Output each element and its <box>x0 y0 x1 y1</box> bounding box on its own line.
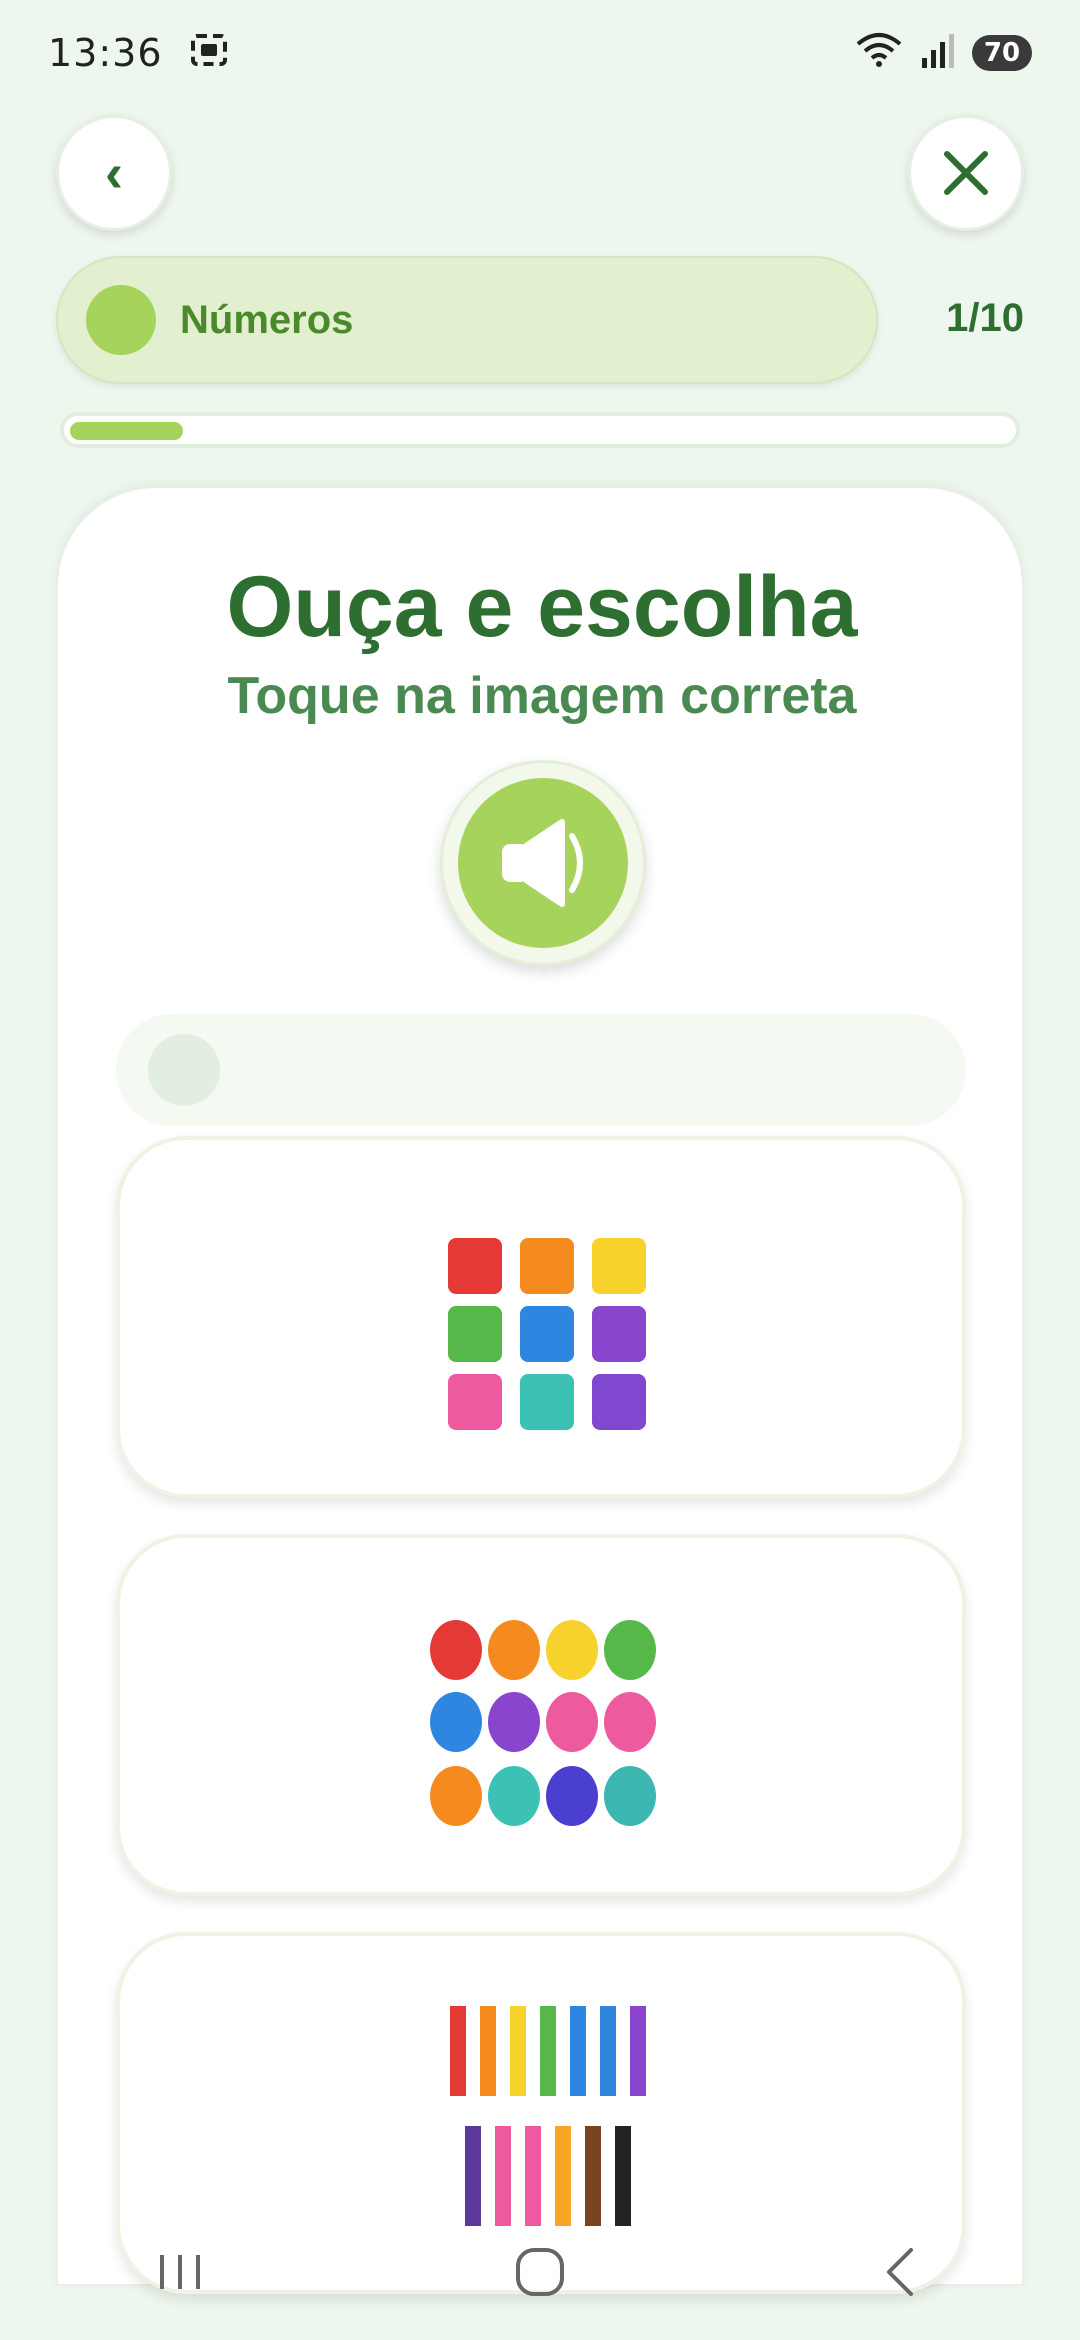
home-button[interactable] <box>480 2232 600 2312</box>
system-nav-bar <box>0 2212 1080 2332</box>
audio-button-inner <box>458 778 628 948</box>
status-left: 13:36 <box>48 30 229 75</box>
progress-fill <box>70 422 183 440</box>
system-back-button[interactable] <box>840 2232 960 2312</box>
question-title: Ouça e escolha <box>226 559 858 655</box>
back-button[interactable]: ‹ <box>56 115 172 231</box>
battery-indicator: 70 <box>972 34 1032 71</box>
progress-count: 1/10 <box>946 296 1024 340</box>
signal-icon <box>918 30 958 75</box>
block-grid <box>448 1238 646 1430</box>
pencil-row-bottom <box>465 2126 631 2226</box>
balloon-grid <box>430 1620 656 1826</box>
back-icon <box>887 2248 913 2296</box>
answer-slot-dot <box>148 1034 220 1106</box>
status-right: 70 <box>854 30 1032 75</box>
status-time: 13:36 <box>48 30 163 75</box>
close-icon <box>944 151 988 195</box>
pencil-row-top <box>450 2006 646 2096</box>
speaker-icon <box>502 819 583 907</box>
category-pill: Números <box>56 256 878 384</box>
progress-bar <box>60 412 1020 448</box>
answer-slot <box>116 1014 966 1126</box>
recent-apps-button[interactable] <box>120 2232 240 2312</box>
question-card: Ouça e escolha Toque na imagem correta <box>56 486 1024 2294</box>
play-audio-button[interactable] <box>440 760 646 966</box>
recent-apps-icon <box>160 2255 200 2289</box>
question-subtitle: Toque na imagem correta <box>227 667 857 725</box>
option-card-blocks[interactable] <box>116 1136 966 1498</box>
blocks-image <box>448 1238 646 1430</box>
category-dot-icon <box>86 285 156 355</box>
wifi-icon <box>854 30 904 75</box>
option-card-balloons[interactable] <box>116 1534 966 1896</box>
home-icon <box>516 2248 564 2296</box>
status-bar: 13:36 70 <box>0 0 1080 105</box>
balloons-image <box>430 1620 656 1826</box>
category-label: Números <box>180 297 354 342</box>
close-button[interactable] <box>908 115 1024 231</box>
back-chevron-icon: ‹ <box>105 143 123 203</box>
screenshot-icon <box>189 30 229 75</box>
